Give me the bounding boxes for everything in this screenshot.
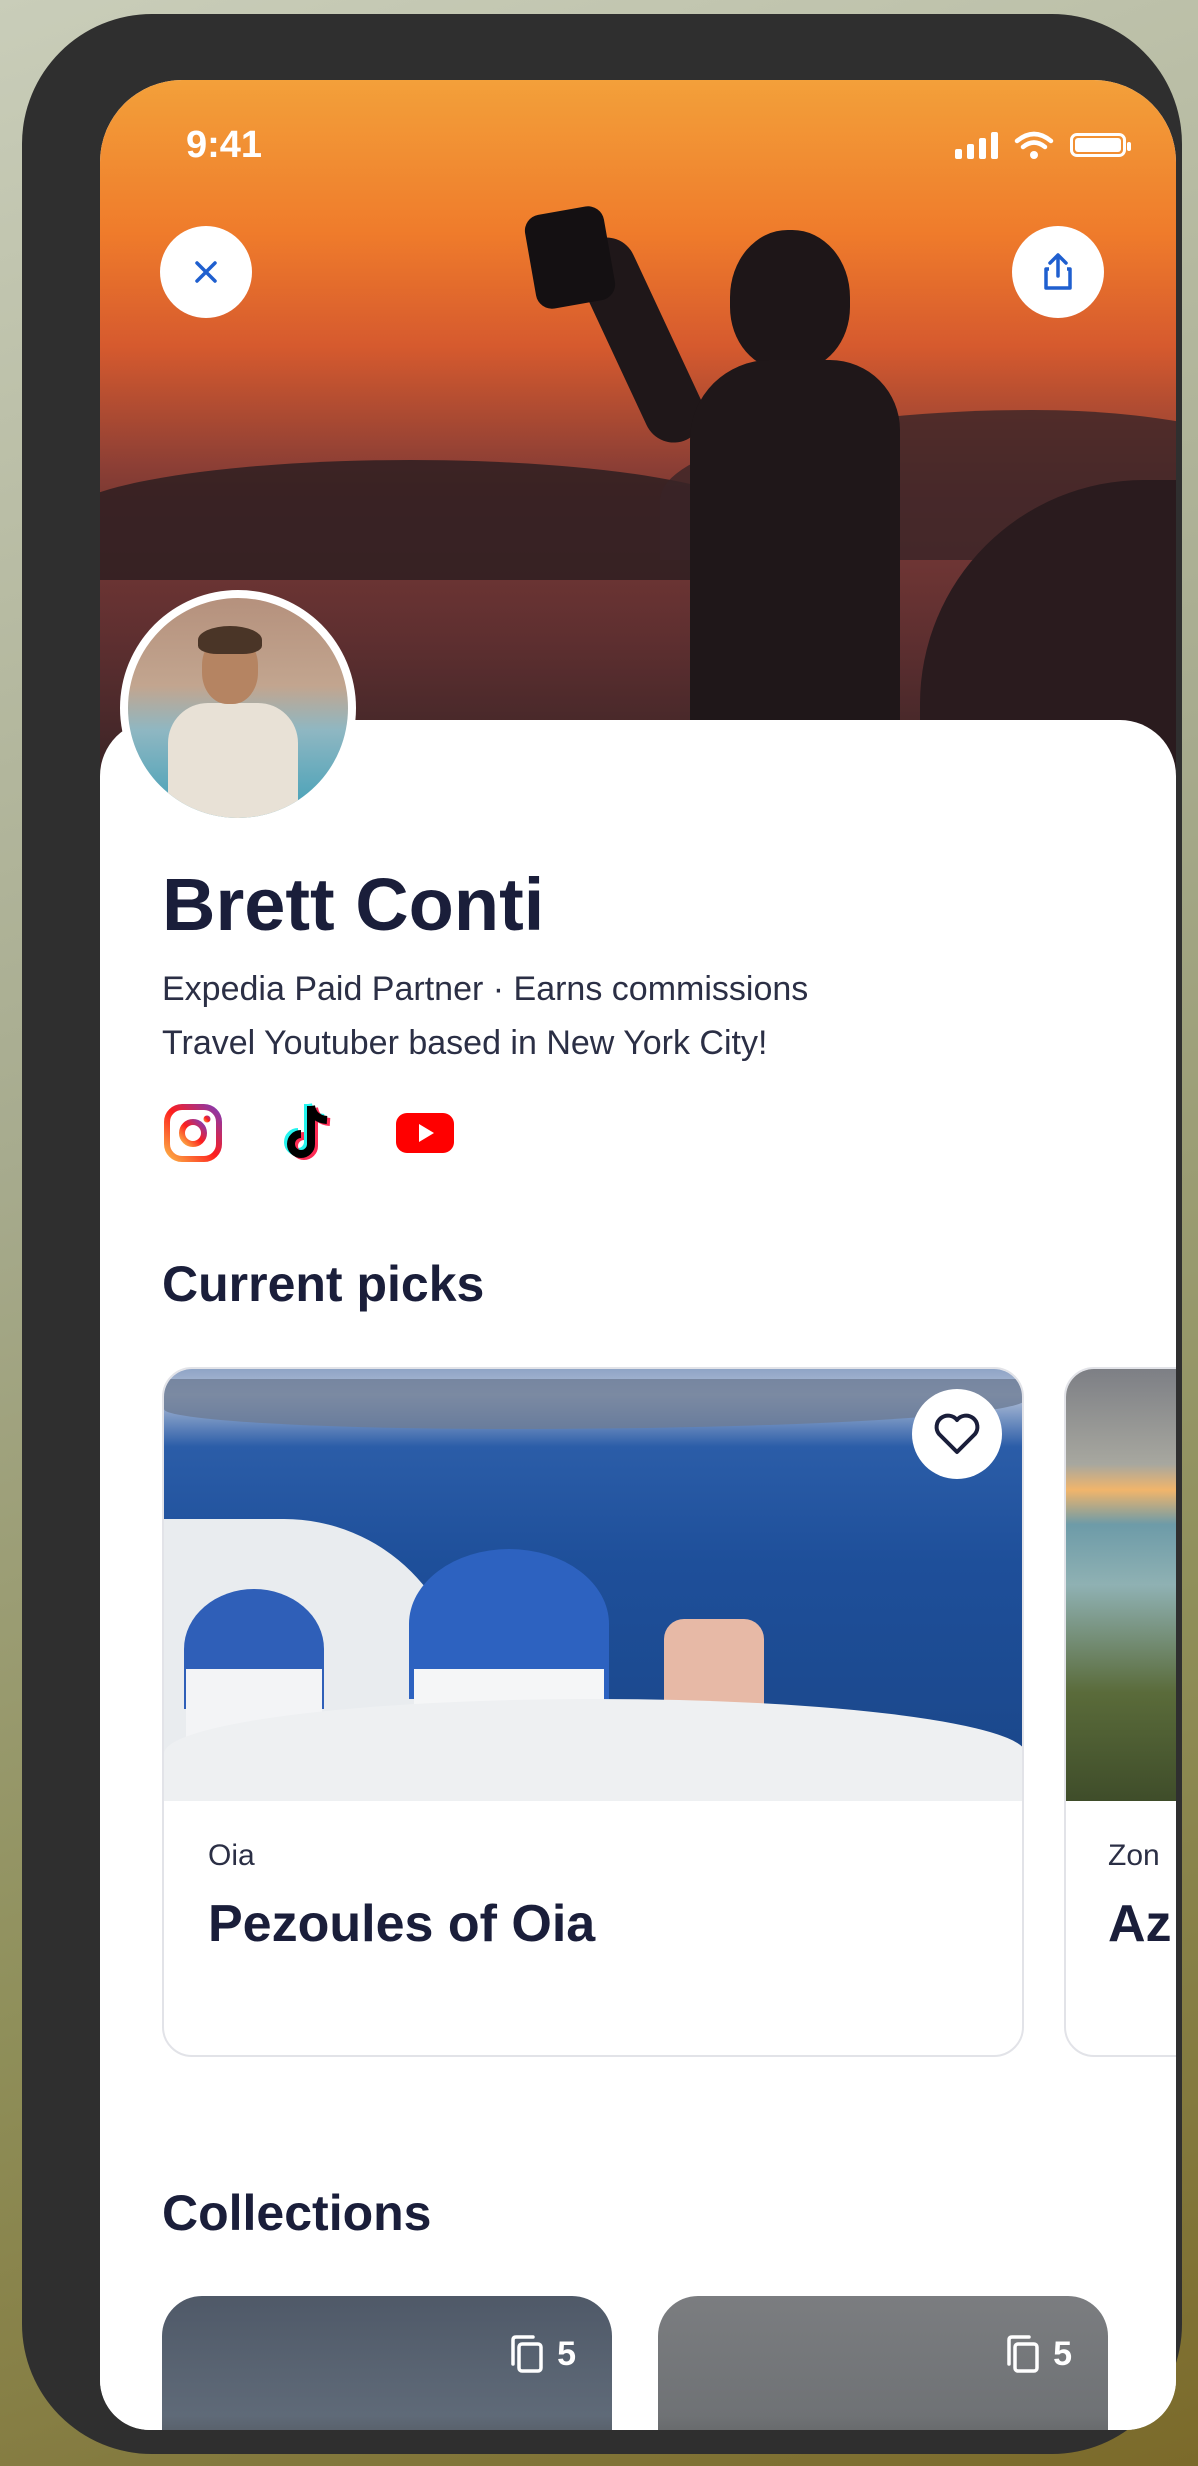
pick-card-second[interactable]: Zon Az	[1064, 1367, 1176, 2057]
profile-name: Brett Conti	[162, 863, 545, 946]
current-picks-heading: Current picks	[162, 1256, 485, 1312]
collection-count: 5	[557, 2334, 576, 2373]
tiktok-icon	[284, 1103, 331, 1160]
signal-icon	[955, 131, 998, 159]
close-button[interactable]	[160, 226, 252, 318]
collection-count-badge: 5	[509, 2334, 576, 2374]
status-bar: 9:41	[100, 80, 1176, 190]
copy-icon	[511, 2335, 543, 2373]
pick-card-pezoules[interactable]: Oia Pezoules of Oia	[162, 1367, 1024, 2057]
youtube-icon	[396, 1113, 454, 1153]
collection-card[interactable]: 5	[162, 2296, 612, 2430]
heart-icon	[934, 1413, 980, 1454]
partner-disclosure: Expedia Paid Partner · Earns commissions	[162, 970, 809, 1008]
collections-heading: Collections	[162, 2185, 432, 2241]
share-button[interactable]	[1012, 226, 1104, 318]
pick-card-image	[164, 1369, 1022, 1801]
phone-frame: 9:41 Brett Conti Expedia Paid Partner · …	[22, 14, 1182, 2454]
collection-card[interactable]: 5	[658, 2296, 1108, 2430]
wifi-icon	[1014, 131, 1054, 159]
pick-card-location: Zon	[1108, 1839, 1160, 1872]
share-icon	[1044, 253, 1072, 290]
collection-count: 5	[1053, 2334, 1072, 2373]
status-time: 9:41	[186, 124, 263, 166]
avatar	[120, 590, 356, 826]
pick-card-image	[1066, 1369, 1176, 1801]
tiktok-link[interactable]	[276, 1100, 342, 1166]
copy-icon	[1007, 2335, 1039, 2373]
favorite-button[interactable]	[912, 1389, 1002, 1479]
pick-card-title: Az	[1108, 1895, 1172, 1953]
instagram-link[interactable]	[160, 1100, 226, 1166]
instagram-icon	[164, 1104, 222, 1162]
youtube-link[interactable]	[392, 1100, 458, 1166]
collection-count-badge: 5	[1005, 2334, 1072, 2374]
pick-card-title: Pezoules of Oia	[208, 1895, 596, 1953]
app-screen: 9:41 Brett Conti Expedia Paid Partner · …	[100, 80, 1176, 2430]
pick-card-location: Oia	[208, 1839, 255, 1872]
social-links	[160, 1100, 458, 1166]
close-icon	[195, 261, 217, 283]
battery-icon	[1070, 133, 1131, 157]
profile-bio: Travel Youtuber based in New York City!	[162, 1024, 768, 1062]
